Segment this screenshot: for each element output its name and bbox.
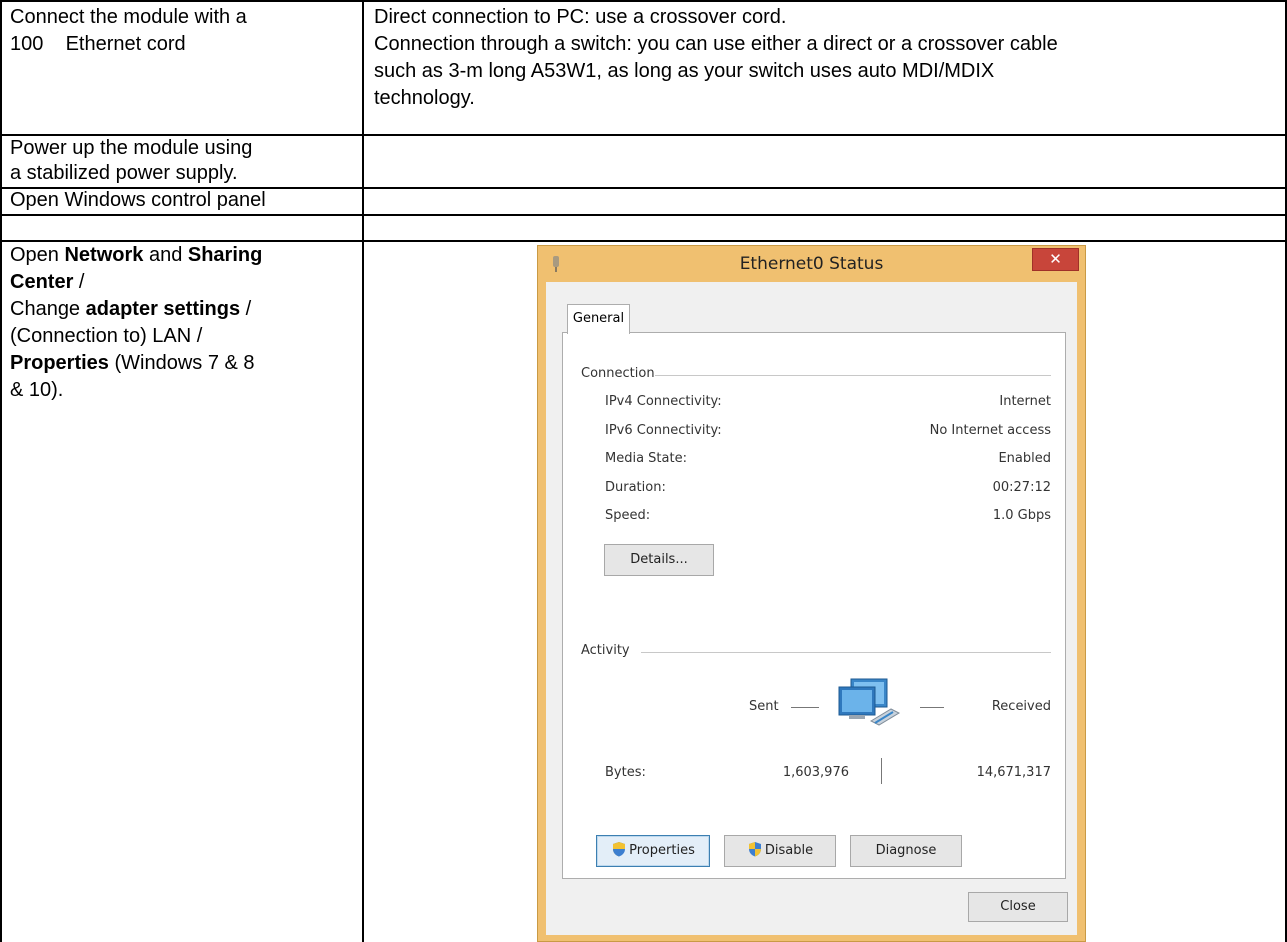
text-run: / — [240, 298, 252, 320]
table-column-divider — [362, 0, 364, 942]
group-divider — [641, 652, 1051, 653]
step-line: Open Network and Sharing — [10, 242, 355, 269]
bytes-received-value: 14,671,317 — [976, 765, 1051, 780]
properties-button[interactable]: Properties — [596, 835, 710, 867]
bytes-label: Bytes: — [605, 765, 646, 780]
table-border-top — [0, 0, 1287, 2]
step-cell-network: Open Network and Sharing Center / Change… — [10, 242, 355, 404]
uac-shield-icon — [613, 842, 626, 857]
text-run: Change — [10, 298, 86, 320]
close-button[interactable]: Close — [968, 892, 1068, 922]
sent-label: Sent — [749, 699, 779, 714]
tab-general[interactable]: General — [567, 304, 630, 334]
bold-run: Network — [64, 244, 144, 266]
bold-run: Center — [10, 271, 74, 293]
step-text: Open Windows control panel — [10, 189, 266, 211]
text-run: / — [73, 271, 85, 293]
text-run: (Windows 7 & 8 — [108, 352, 255, 374]
details-button[interactable]: Details... — [604, 544, 714, 576]
bytes-sent-value: 1,603,976 — [782, 765, 849, 780]
detail-text: Direct connection to PC: use a crossover… — [374, 6, 787, 28]
activity-group-label: Activity — [581, 643, 630, 658]
step-line: Change adapter settings / — [10, 296, 355, 323]
bytes-divider — [881, 758, 882, 784]
text-run: and — [143, 244, 188, 266]
speed-value: 1.0 Gbps — [992, 508, 1051, 523]
disable-label: Disable — [764, 843, 814, 858]
ipv4-label: IPv4 Connectivity: — [605, 394, 722, 409]
step-line: (Connection to) LAN / — [10, 325, 203, 347]
properties-label: Properties — [629, 843, 695, 858]
diagnose-button[interactable]: Diagnose — [850, 835, 962, 867]
connection-group-label: Connection — [581, 366, 655, 381]
step-text: Connect the module with a — [10, 6, 247, 28]
media-state-value: Enabled — [998, 451, 1051, 466]
step-text: a stabilized power supply. — [10, 162, 238, 184]
step-text: Power up the module using — [10, 137, 253, 159]
step-line: & 10). — [10, 379, 64, 401]
step-line: Properties (Windows 7 & 8 — [10, 350, 355, 377]
step-text: 100 Ethernet cord — [10, 33, 186, 55]
close-icon[interactable]: ✕ — [1032, 248, 1079, 271]
table-border-left — [0, 0, 2, 942]
media-state-label: Media State: — [605, 451, 687, 466]
table-row-divider — [0, 214, 1287, 216]
text-run: Open — [10, 244, 65, 266]
bold-run: adapter settings — [85, 298, 241, 320]
detail-text: technology. — [374, 87, 475, 109]
step-line: Center / — [10, 269, 355, 296]
detail-text: Connection through a switch: you can use… — [374, 33, 1058, 55]
step-cell-power: Power up the module using a stabilized p… — [10, 136, 355, 186]
sent-line — [791, 707, 819, 708]
ipv6-label: IPv6 Connectivity: — [605, 423, 722, 438]
bold-run: Sharing — [187, 244, 263, 266]
instruction-table: Connect the module with a 100 Ethernet c… — [0, 0, 1287, 942]
step-cell-connect: Connect the module with a 100 Ethernet c… — [10, 4, 355, 58]
duration-value: 00:27:12 — [992, 480, 1051, 495]
ethernet-status-dialog: Ethernet0 Status ✕ General Connection IP… — [537, 245, 1086, 942]
received-label: Received — [991, 699, 1051, 714]
ipv6-value: No Internet access — [929, 423, 1051, 438]
received-line — [920, 707, 944, 708]
detail-text: such as 3-m long A53W1, as long as your … — [374, 60, 995, 82]
duration-label: Duration: — [605, 480, 666, 495]
speed-label: Speed: — [605, 508, 651, 523]
detail-cell-connect: Direct connection to PC: use a crossover… — [374, 4, 1279, 112]
disable-button[interactable]: Disable — [724, 835, 836, 867]
network-computers-icon — [838, 678, 901, 726]
step-cell-control-panel: Open Windows control panel — [10, 188, 355, 213]
general-panel: Connection IPv4 Connectivity: Internet I… — [562, 332, 1066, 879]
dialog-title: Ethernet0 Status — [739, 254, 884, 274]
ipv4-value: Internet — [999, 394, 1051, 409]
dialog-titlebar[interactable]: Ethernet0 Status ✕ — [538, 246, 1085, 282]
dialog-client: General Connection IPv4 Connectivity: In… — [546, 282, 1077, 935]
uac-shield-icon — [748, 842, 761, 857]
bold-run: Properties — [10, 352, 109, 374]
group-divider — [655, 375, 1051, 376]
